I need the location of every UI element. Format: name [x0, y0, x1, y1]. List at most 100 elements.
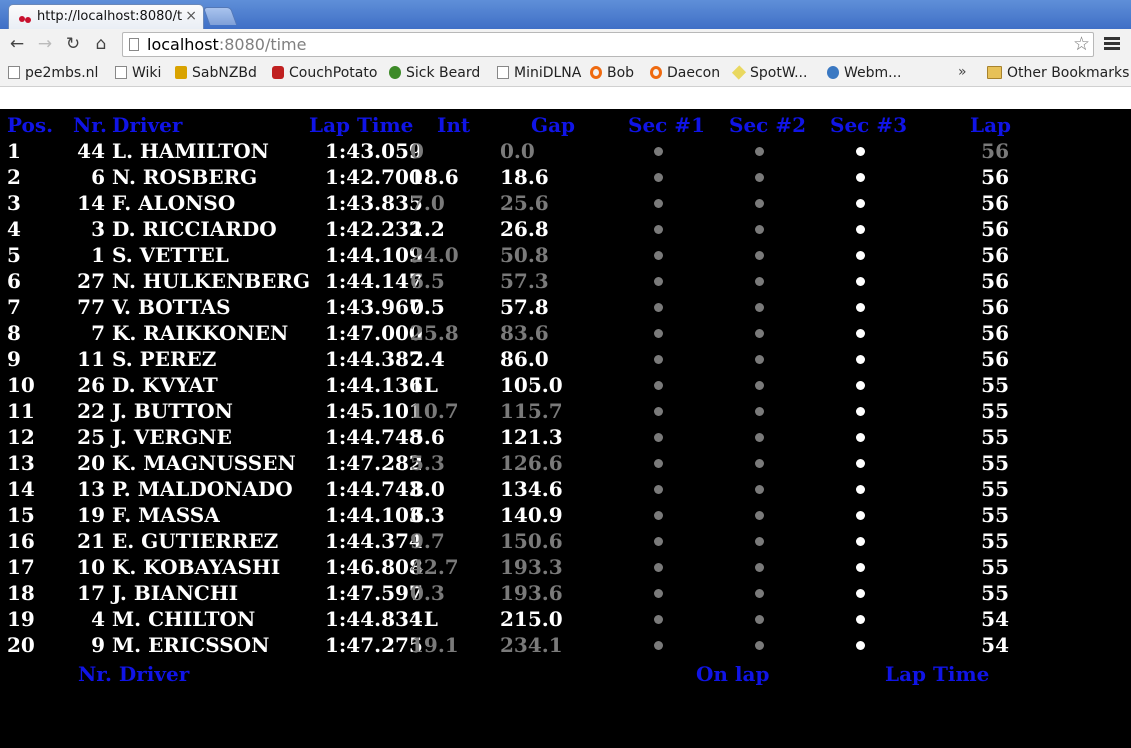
- row-int: 7.0: [410, 191, 445, 215]
- row-lap: 56: [981, 191, 1009, 215]
- spotweb-icon: [731, 65, 747, 80]
- home-icon[interactable]: ⌂: [90, 32, 112, 56]
- back-arrow-icon[interactable]: ←: [6, 32, 28, 56]
- row-driver: E. GUTIERREZ: [112, 529, 279, 553]
- row-lap-time: 1:42.232: [325, 217, 423, 241]
- bookmark-item[interactable]: Bob: [590, 64, 634, 82]
- bookmark-label: Sick Beard: [406, 65, 481, 81]
- row-driver: K. KOBAYASHI: [112, 555, 281, 579]
- sector2-dot: [755, 381, 764, 390]
- row-gap: 193.3: [500, 555, 563, 579]
- sector3-dot: [856, 277, 865, 286]
- browser-tab[interactable]: http://localhost:8080/ti ×: [8, 4, 204, 29]
- row-pos: 9: [7, 347, 21, 371]
- tab-strip: http://localhost:8080/ti ×: [0, 0, 1131, 29]
- sector1-dot: [654, 381, 663, 390]
- row-driver: J. BUTTON: [112, 399, 233, 423]
- sector2-dot: [755, 277, 764, 286]
- bookmark-item[interactable]: pe2mbs.nl: [8, 64, 98, 82]
- row-lap-time: 1:44.387: [325, 347, 423, 371]
- sector1-dot: [654, 173, 663, 182]
- bookmark-label: CouchPotato: [289, 65, 378, 81]
- sector1-dot: [654, 407, 663, 416]
- reload-icon[interactable]: ↻: [62, 32, 84, 56]
- row-driver: P. MALDONADO: [112, 477, 293, 501]
- row-int: 24.0: [410, 243, 459, 267]
- sabnzbd-icon: [175, 66, 187, 79]
- row-pos: 15: [7, 503, 35, 527]
- sector2-dot: [755, 199, 764, 208]
- bookmarks-bar: » Other Bookmarks pe2mbs.nl Wiki SabNZBd Co…: [0, 60, 1131, 87]
- row-int: 18.6: [410, 165, 459, 189]
- row-gap: 134.6: [500, 477, 563, 501]
- row-lap-time: 1:44.834: [325, 607, 423, 631]
- row-lap-time: 1:44.748: [325, 425, 423, 449]
- row-pos: 10: [7, 373, 35, 397]
- bookmark-item[interactable]: Daecon: [650, 64, 720, 82]
- row-lap-time: 1:44.147: [325, 269, 423, 293]
- page-icon: [129, 38, 139, 51]
- row-pos: 6: [7, 269, 21, 293]
- footer-lap-time: Lap Time: [885, 662, 990, 686]
- folder-icon: [987, 66, 1002, 79]
- row-int: 1L: [410, 373, 438, 397]
- row-lap: 56: [981, 217, 1009, 241]
- bookmark-item[interactable]: Sick Beard: [389, 64, 480, 82]
- row-lap-time: 1:43.967: [325, 295, 423, 319]
- row-int: 25.8: [410, 321, 459, 345]
- bookmark-label: Daecon: [667, 65, 721, 81]
- sector3-dot: [856, 303, 865, 312]
- footer-nr-driver: Nr. Driver: [78, 662, 190, 686]
- address-bar[interactable]: localhost:8080/time ☆: [122, 32, 1094, 57]
- sector3-dot: [856, 433, 865, 442]
- webmin-icon: [827, 66, 839, 79]
- sector3-dot: [856, 147, 865, 156]
- header-sec2: Sec #2: [729, 113, 806, 137]
- bookmark-item[interactable]: CouchPotato: [272, 64, 377, 82]
- row-lap-time: 1:46.808: [325, 555, 423, 579]
- menu-icon[interactable]: [1104, 37, 1120, 52]
- row-pos: 14: [7, 477, 35, 501]
- row-lap: 55: [981, 451, 1009, 475]
- row-nr: 77: [77, 295, 105, 319]
- bookmark-item[interactable]: Webm...: [827, 64, 902, 82]
- row-gap: 121.3: [500, 425, 563, 449]
- row-driver: K. MAGNUSSEN: [112, 451, 296, 475]
- row-lap-time: 1:47.597: [325, 581, 423, 605]
- header-sec1: Sec #1: [628, 113, 705, 137]
- row-gap: 26.8: [500, 217, 549, 241]
- bookmark-label: pe2mbs.nl: [25, 65, 99, 81]
- bookmark-item[interactable]: SpotW...: [731, 64, 807, 82]
- row-int: 6.3: [410, 503, 445, 527]
- bookmark-item[interactable]: MiniDLNA: [497, 64, 581, 82]
- row-lap: 56: [981, 165, 1009, 189]
- header-sec3: Sec #3: [830, 113, 907, 137]
- forward-arrow-icon[interactable]: →: [34, 32, 56, 56]
- row-lap-time: 1:43.835: [325, 191, 423, 215]
- row-gap: 234.1: [500, 633, 563, 657]
- header-lap-time: Lap Time: [309, 113, 414, 137]
- row-int: 1L: [410, 607, 438, 631]
- row-pos: 2: [7, 165, 21, 189]
- row-nr: 4: [91, 607, 105, 631]
- sector3-dot: [856, 459, 865, 468]
- more-bookmarks-chevron[interactable]: »: [958, 64, 967, 80]
- row-lap-time: 1:44.103: [325, 503, 423, 527]
- row-nr: 6: [91, 165, 105, 189]
- sector2-dot: [755, 147, 764, 156]
- sector1-dot: [654, 433, 663, 442]
- tab-close-icon[interactable]: ×: [185, 8, 197, 24]
- other-bookmarks-folder[interactable]: Other Bookmarks: [987, 64, 1129, 82]
- new-tab-button[interactable]: [202, 7, 238, 25]
- row-nr: 7: [91, 321, 105, 345]
- row-driver: F. ALONSO: [112, 191, 236, 215]
- row-gap: 25.6: [500, 191, 549, 215]
- row-driver: M. ERICSSON: [112, 633, 270, 657]
- bookmark-star-icon[interactable]: ☆: [1073, 33, 1090, 55]
- sector2-dot: [755, 173, 764, 182]
- sector3-dot: [856, 511, 865, 520]
- row-lap-time: 1:44.109: [325, 243, 423, 267]
- bookmark-item[interactable]: Wiki: [115, 64, 161, 82]
- bookmark-item[interactable]: SabNZBd: [175, 64, 257, 82]
- row-driver: N. ROSBERG: [112, 165, 258, 189]
